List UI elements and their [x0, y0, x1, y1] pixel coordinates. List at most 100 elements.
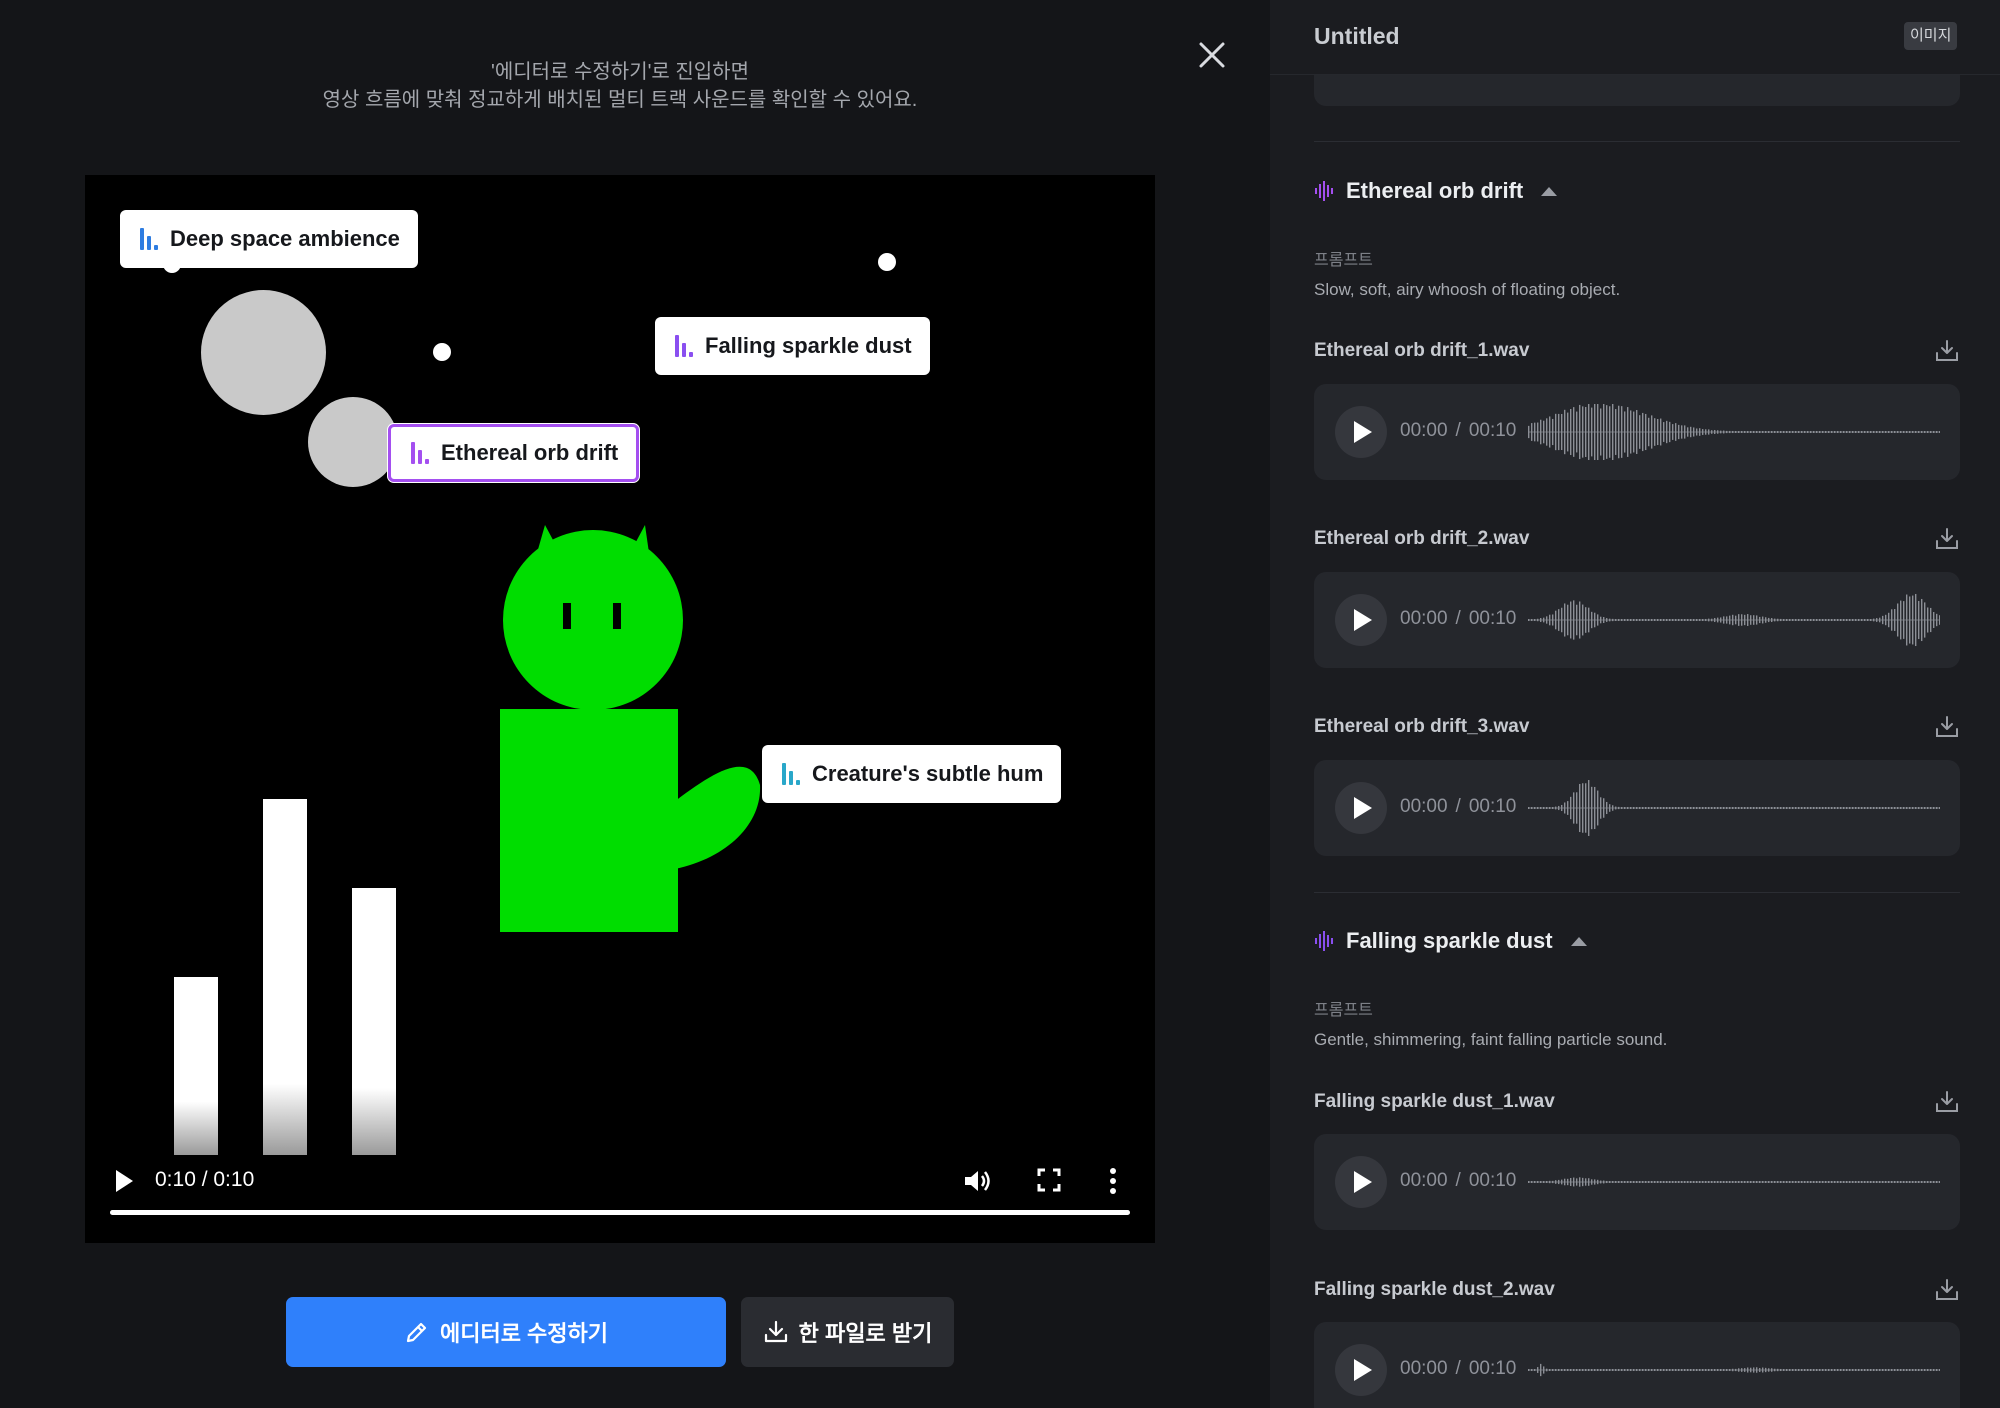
- audio-waveform[interactable]: [1528, 590, 1940, 650]
- audio-play-button[interactable]: [1335, 782, 1387, 834]
- sound-tag-falling-sparkle-dust[interactable]: Falling sparkle dust: [655, 317, 930, 375]
- waveform-bar: [1873, 431, 1875, 433]
- waveform-bar: [1681, 425, 1683, 439]
- waveform-bar: [1867, 1181, 1869, 1183]
- audio-play-button[interactable]: [1335, 1156, 1387, 1208]
- waveform-bar: [1702, 807, 1704, 809]
- waveform-bar: [1723, 616, 1725, 624]
- edit-in-editor-button[interactable]: 에디터로 수정하기: [286, 1297, 726, 1367]
- waveform-bar: [1633, 619, 1635, 621]
- waveform-bar: [1558, 413, 1560, 451]
- sound-tag-ethereal-orb-drift[interactable]: Ethereal orb drift: [388, 424, 640, 482]
- video-play-button[interactable]: [113, 1168, 137, 1194]
- download-icon[interactable]: [1934, 714, 1960, 740]
- audio-waveform[interactable]: [1528, 1152, 1940, 1212]
- waveform-bar: [1717, 1369, 1719, 1371]
- waveform-bar: [1642, 807, 1644, 809]
- waveform-bar: [1720, 1181, 1722, 1183]
- section-header-ethereal-orb-drift[interactable]: Ethereal orb drift: [1314, 178, 1558, 204]
- waveform-bar: [1624, 1369, 1626, 1371]
- volume-button[interactable]: [961, 1165, 993, 1197]
- waveform-bar: [1933, 612, 1935, 628]
- video-player[interactable]: Deep space ambience Falling sparkle dust…: [85, 175, 1155, 1243]
- audio-waveform[interactable]: [1528, 1340, 1940, 1400]
- sound-tag-deep-space-ambience[interactable]: Deep space ambience: [120, 210, 418, 268]
- play-icon: [1354, 1359, 1372, 1381]
- audio-current-time: 00:00: [1400, 796, 1448, 817]
- audio-waveform[interactable]: [1528, 402, 1940, 462]
- waveform-bar: [1726, 430, 1728, 434]
- audio-play-button[interactable]: [1335, 1344, 1387, 1396]
- waveform-bar: [1720, 430, 1722, 434]
- waveform-bar: [1927, 807, 1929, 809]
- audio-time: 00:00 / 00:10: [1400, 1170, 1516, 1192]
- sound-panel[interactable]: Untitled 이미지 Ethereal orb drift 프롬프트 Slo…: [1270, 0, 2000, 1408]
- video-progress-bar[interactable]: [110, 1210, 1130, 1215]
- waveform-bar: [1759, 1367, 1761, 1373]
- waveform-bar: [1681, 807, 1683, 809]
- waveform-bar: [1873, 618, 1875, 622]
- waveform-bar: [1603, 798, 1605, 818]
- waveform-bar: [1849, 431, 1851, 433]
- audio-player-card: 00:00 / 00:10: [1314, 384, 1960, 480]
- waveform-bar: [1675, 1369, 1677, 1371]
- more-options-button[interactable]: [1107, 1165, 1119, 1197]
- waveform-bar: [1753, 807, 1755, 809]
- file-name: Falling sparkle dust_1.wav: [1314, 1091, 1555, 1112]
- waveform-bar: [1801, 431, 1803, 433]
- waveform-bar: [1936, 613, 1938, 627]
- waveform-bar: [1861, 619, 1863, 621]
- waveform-bar: [1735, 615, 1737, 625]
- waveform-bar: [1546, 1181, 1548, 1183]
- waveform-bar: [1645, 1369, 1647, 1371]
- audio-track-icon-bar: [689, 352, 693, 357]
- waveform-bar: [1798, 807, 1800, 809]
- fullscreen-button[interactable]: [1035, 1166, 1063, 1194]
- waveform-bar: [1753, 431, 1755, 433]
- waveform-bar: [1594, 404, 1596, 460]
- waveform-bar: [1903, 1181, 1905, 1183]
- bar-shape-3: [352, 888, 396, 1155]
- audio-play-button[interactable]: [1335, 594, 1387, 646]
- waveform-bar: [1816, 1181, 1818, 1183]
- waveform-bar: [1708, 1181, 1710, 1183]
- play-icon: [1354, 421, 1372, 443]
- audio-time-separator: /: [1455, 420, 1461, 441]
- waveform-bar: [1531, 1181, 1533, 1183]
- waveform-bar: [1879, 431, 1881, 433]
- waveform-bar: [1663, 1369, 1665, 1371]
- download-icon[interactable]: [1934, 338, 1960, 364]
- audio-time-separator: /: [1455, 796, 1461, 817]
- waveform-bar: [1696, 1369, 1698, 1371]
- audio-waveform[interactable]: [1528, 778, 1940, 838]
- audio-play-button[interactable]: [1335, 406, 1387, 458]
- waveform-bar: [1543, 1366, 1545, 1374]
- download-single-file-button[interactable]: 한 파일로 받기: [741, 1297, 954, 1367]
- waveform-bar: [1711, 430, 1713, 434]
- waveform-bar: [1876, 1181, 1878, 1183]
- waveform-bar: [1744, 1181, 1746, 1183]
- waveform-bar: [1786, 807, 1788, 809]
- waveform-bar: [1732, 430, 1734, 434]
- download-icon[interactable]: [1934, 526, 1960, 552]
- download-icon[interactable]: [1934, 1089, 1960, 1115]
- waveform-bar: [1537, 807, 1539, 809]
- waveform-bar: [1624, 619, 1626, 621]
- waveform-bar: [1888, 431, 1890, 433]
- waveform-bar: [1597, 1179, 1599, 1185]
- waveform-bar: [1591, 1369, 1593, 1371]
- audio-track-icon: [140, 228, 158, 250]
- waveform-bar: [1831, 807, 1833, 809]
- waveform-bar: [1852, 1181, 1854, 1183]
- waveform-bar: [1786, 1181, 1788, 1183]
- sound-tag-creatures-subtle-hum[interactable]: Creature's subtle hum: [762, 745, 1062, 803]
- caret-up-icon: [1570, 936, 1587, 946]
- waveform-bar: [1714, 807, 1716, 809]
- waveform-bar: [1675, 807, 1677, 809]
- close-button[interactable]: [1195, 38, 1229, 72]
- waveform-bar: [1657, 1369, 1659, 1371]
- section-header-falling-sparkle-dust[interactable]: Falling sparkle dust: [1314, 928, 1587, 954]
- download-icon[interactable]: [1934, 1277, 1960, 1303]
- waveform-bar: [1540, 1181, 1542, 1183]
- waveform-bar: [1582, 1369, 1584, 1371]
